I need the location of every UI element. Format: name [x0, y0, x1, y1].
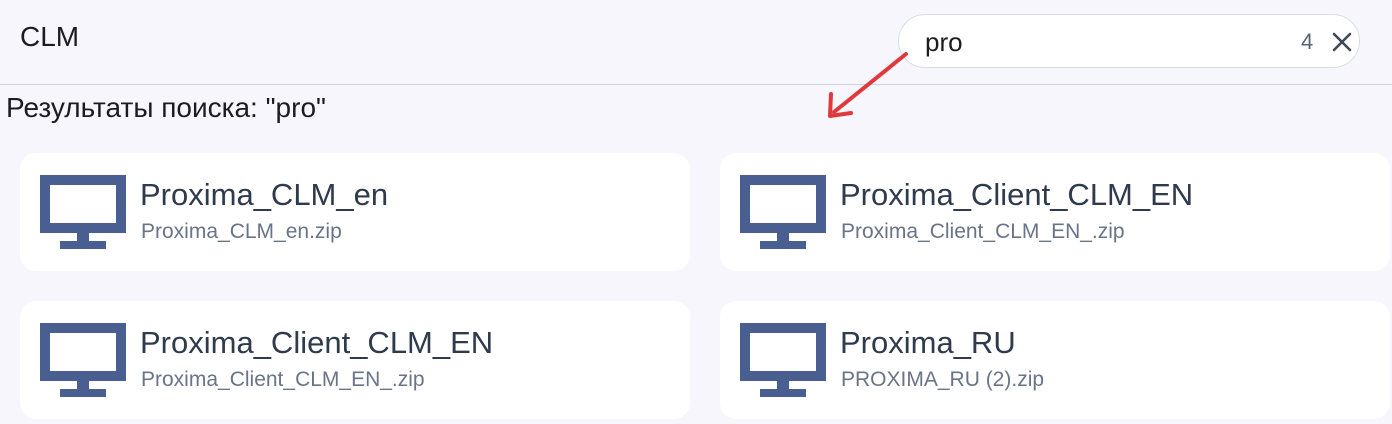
search-box[interactable]: 4: [898, 14, 1360, 68]
close-icon[interactable]: [1329, 29, 1355, 55]
monitor-icon: [40, 323, 126, 399]
result-card[interactable]: Proxima_Client_CLM_EN Proxima_Client_CLM…: [720, 153, 1390, 271]
result-card[interactable]: Proxima_CLM_en Proxima_CLM_en.zip: [20, 153, 690, 271]
search-input[interactable]: [925, 27, 1265, 57]
result-title: Proxima_Client_CLM_EN: [840, 177, 1194, 212]
monitor-icon: [40, 175, 126, 251]
results-heading: Результаты поиска: "pro": [6, 92, 326, 123]
app-title: CLM: [20, 21, 80, 52]
result-filename: Proxima_CLM_en.zip: [141, 220, 342, 243]
top-bar: CLM 4: [0, 0, 1392, 85]
monitor-icon: [740, 323, 826, 399]
result-title: Proxima_Client_CLM_EN: [140, 325, 494, 360]
result-filename: Proxima_Client_CLM_EN_.zip: [841, 220, 1125, 243]
annotation-arrow: [828, 52, 908, 118]
search-result-count: 4: [1301, 29, 1314, 54]
result-filename: Proxima_Client_CLM_EN_.zip: [141, 368, 425, 391]
result-title: Proxima_RU: [840, 325, 1016, 360]
result-filename: PROXIMA_RU (2).zip: [841, 368, 1045, 391]
result-card[interactable]: Proxima_Client_CLM_EN Proxima_Client_CLM…: [20, 301, 690, 419]
result-card[interactable]: Proxima_RU PROXIMA_RU (2).zip: [720, 301, 1390, 419]
result-title: Proxima_CLM_en: [140, 177, 389, 212]
monitor-icon: [740, 175, 826, 251]
